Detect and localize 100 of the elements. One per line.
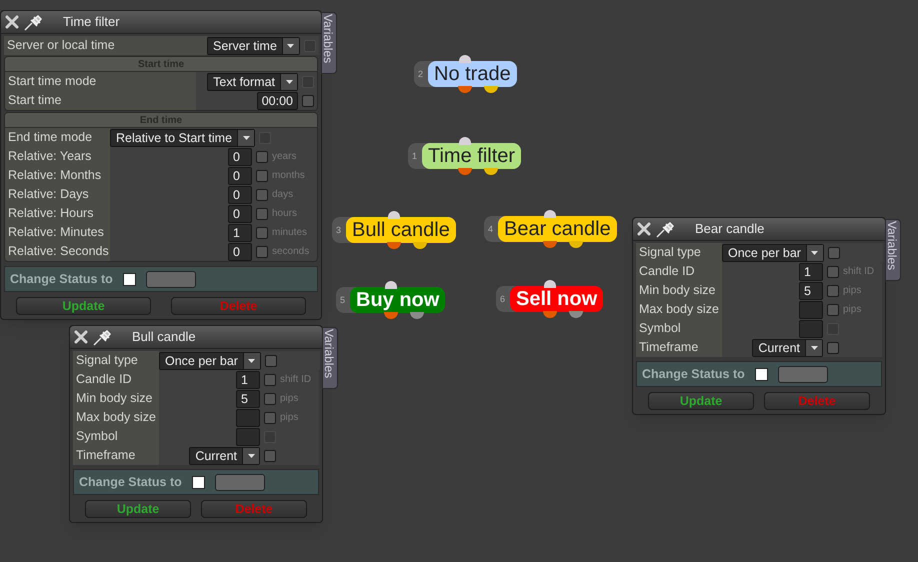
checkbox[interactable] [264,450,276,462]
dropdown[interactable]: Text format [207,72,298,90]
checkbox[interactable] [256,188,268,200]
number-field[interactable]: 1 [228,224,252,242]
status-field[interactable] [778,366,828,382]
checkbox[interactable] [264,412,276,424]
node-pill[interactable]: Time filter [422,143,522,169]
checkbox[interactable] [264,392,276,404]
checkbox[interactable] [264,374,276,386]
update-button[interactable]: Update [648,392,754,410]
checkbox[interactable] [827,266,839,278]
number-field[interactable] [236,428,260,446]
dropdown[interactable]: Once per bar [159,352,261,370]
checkbox[interactable] [827,342,839,354]
node-pill[interactable]: Bear candle [498,216,617,242]
number-field[interactable]: 0 [228,186,252,204]
status-label: Change Status to [79,474,182,491]
number-field[interactable]: 0 [228,148,252,166]
node-pill[interactable]: Bull candle [346,217,456,243]
output-port-icon[interactable] [412,242,427,249]
field-label: Symbol [636,319,722,338]
number-field[interactable]: 1 [236,370,260,388]
output-port-icon[interactable] [568,311,583,318]
checkbox[interactable] [754,368,768,380]
field-label: Relative: Days [5,185,110,204]
checkbox[interactable] [264,354,277,366]
field-label: Signal type [636,243,722,262]
number-field[interactable]: 5 [799,282,823,300]
status-field[interactable] [146,270,196,288]
output-port-icon[interactable] [384,312,398,319]
field-label: End time mode [5,128,110,147]
variables-tab[interactable]: Variables [321,12,337,74]
input-port-icon[interactable] [544,280,556,288]
input-port-icon[interactable] [459,55,472,63]
output-port-icon[interactable] [569,241,584,248]
field-label: Timeframe [636,338,722,357]
window-title: Bull candle [132,328,196,346]
field-label: Candle ID [73,370,159,389]
field-label: Min body size [73,389,159,408]
dropdown[interactable]: Current [189,446,260,464]
status-field[interactable] [214,474,265,490]
number-field[interactable] [236,408,260,426]
checkbox[interactable] [827,304,839,316]
pin-icon [23,12,45,32]
output-port-icon[interactable] [386,242,401,249]
output-port-icon[interactable] [542,311,557,318]
output-port-icon[interactable] [410,312,424,319]
output-port-icon[interactable] [484,168,498,175]
output-port-icon[interactable] [458,168,472,175]
output-port-icon[interactable] [484,86,498,93]
checkbox[interactable] [122,272,136,286]
checkbox[interactable] [828,246,840,258]
close-icon [74,330,88,344]
input-port-icon[interactable] [384,281,397,289]
update-button[interactable]: Update [85,500,191,518]
field-label: Relative: Months [5,166,110,185]
checkbox[interactable] [256,208,268,220]
pin-icon [92,327,114,347]
number-field[interactable]: 5 [236,390,260,408]
node-pill[interactable]: Buy now [350,287,446,313]
field-label: Start time [5,91,196,110]
caret-icon [242,136,250,140]
checkbox[interactable] [827,284,839,296]
checkbox[interactable] [302,94,314,106]
field-label: Server or local time [4,36,207,55]
caret-icon [248,454,254,458]
dropdown[interactable]: Relative to Start time [110,128,256,146]
field-label: Timeframe [73,446,159,465]
field-label: Max body size [636,300,722,319]
number-field[interactable]: 0 [228,166,252,184]
caret-icon [811,250,818,254]
caret-icon [248,358,256,362]
checkbox[interactable] [256,246,268,258]
checkbox[interactable] [192,476,205,488]
number-field[interactable]: 00:00 [256,92,298,110]
input-port-icon[interactable] [388,211,400,219]
output-port-icon[interactable] [543,241,558,248]
checkbox[interactable] [256,226,268,238]
field-label: Candle ID [636,262,722,281]
update-button[interactable]: Update [16,297,151,315]
checkbox[interactable] [256,170,268,182]
field-label: Min body size [636,281,722,300]
dropdown[interactable]: Current [752,338,823,356]
field-label: Relative: Years [5,147,110,166]
checkbox[interactable] [256,150,268,162]
window-title: Time filter [63,13,120,32]
number-field[interactable]: 1 [799,262,823,280]
node-pill[interactable]: Sell now [510,286,604,312]
node-pill[interactable]: No trade [428,61,517,87]
input-port-icon[interactable] [544,210,556,218]
dropdown[interactable]: Once per bar [722,244,824,262]
input-port-icon[interactable] [458,137,471,145]
number-field[interactable] [799,300,823,318]
number-field[interactable] [799,320,823,338]
number-field[interactable]: 0 [228,242,252,260]
variables-tab[interactable]: Variables [885,219,901,281]
dropdown[interactable]: Server time [207,36,300,54]
output-port-icon[interactable] [458,86,472,93]
number-field[interactable]: 0 [228,204,252,222]
variables-tab[interactable]: Variables [322,327,338,389]
